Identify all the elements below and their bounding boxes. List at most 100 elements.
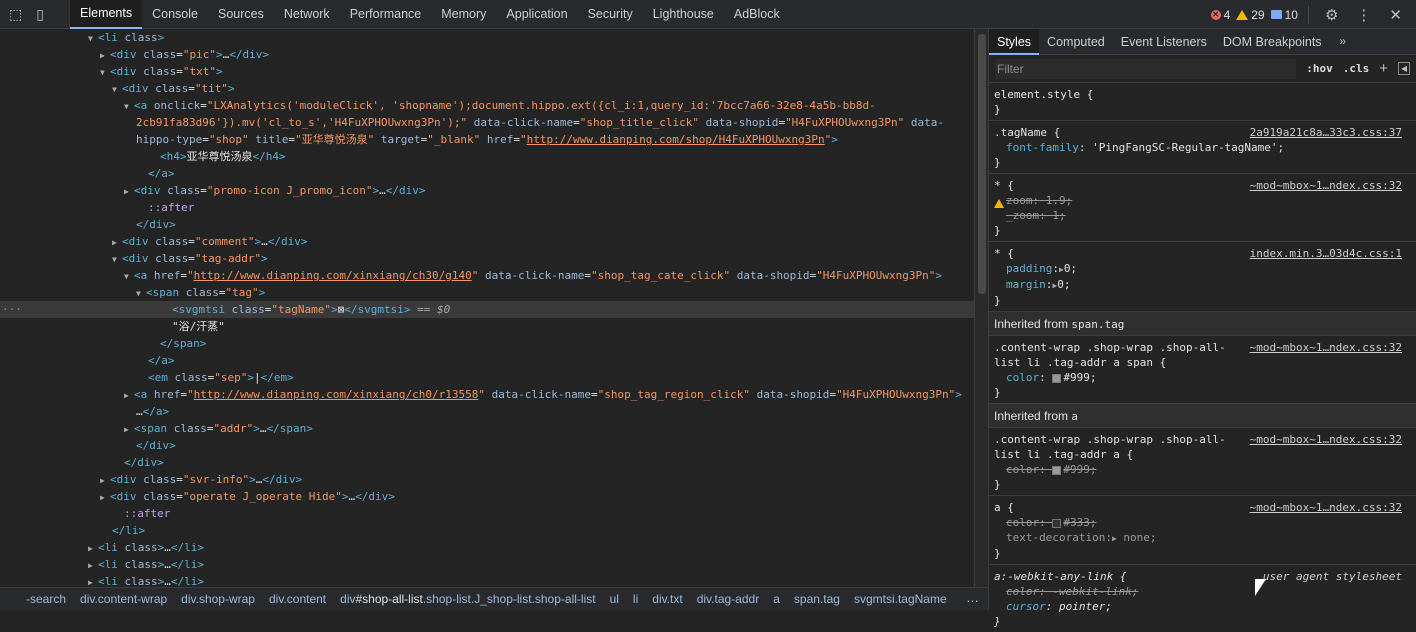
css-property[interactable]: font-family: 'PingFangSC-Regular-tagName… [994,140,1402,155]
inherited-element[interactable]: span.tag [1071,318,1124,331]
css-property[interactable]: color: -webkit-link; [994,584,1402,599]
dom-node[interactable]: ▶ <div class="promo-icon J_promo_icon">…<… [0,182,974,199]
styles-filter-input[interactable]: Filter [995,58,1297,79]
dom-node[interactable]: ▶ <a href="http://www.dianping.com/xinxia… [0,386,974,403]
color-swatch-icon[interactable] [1052,373,1062,383]
expand-toggle-icon[interactable]: ▶ [112,234,122,251]
css-property[interactable]: color: #333; [994,515,1402,530]
expand-toggle-icon[interactable]: ▼ [112,251,122,268]
close-icon[interactable]: ✕ [1383,6,1408,24]
tab-lighthouse[interactable]: Lighthouse [643,0,724,29]
rule-source-link[interactable]: 2a919a21c8a…33c3.css:37 [1250,125,1402,140]
dom-node[interactable]: ▼ <a onclick="LXAnalytics('moduleClick', … [0,97,974,114]
dom-node[interactable]: ▼ <span class="tag"> [0,284,974,301]
expand-toggle-icon[interactable]: ▼ [88,30,98,47]
dom-node[interactable]: ▶ <div class="operate J_operate Hide">…</… [0,488,974,505]
dom-node[interactable]: ▶ <li class>…</li> [0,556,974,573]
css-property[interactable]: padding:▶0; [994,261,1402,277]
breadcrumb-more-icon[interactable]: … [966,590,979,605]
styles-tab-dom-breakpoints[interactable]: DOM Breakpoints [1215,29,1330,55]
message-count[interactable]: 10 [1270,8,1298,22]
breadcrumb-item[interactable]: li [633,592,638,606]
breadcrumb-item[interactable]: div#shop-all-list.shop-list.J_shop-list.… [340,592,595,606]
dom-node[interactable]: </div> [0,216,974,233]
tab-performance[interactable]: Performance [340,0,432,29]
dom-node[interactable]: ::after [0,505,974,522]
breadcrumb-item[interactable]: div.content [269,592,326,606]
dom-node[interactable]: </div> [0,437,974,454]
tagname-rule[interactable]: 2a919a21c8a…33c3.css:37 .tagName { font-… [989,121,1416,174]
breadcrumb-item[interactable]: div.tag-addr [697,592,759,606]
expand-toggle-icon[interactable]: ▼ [100,64,110,81]
styles-tab-computed[interactable]: Computed [1039,29,1113,55]
breadcrumb-item[interactable]: svgmtsi.tagName [854,592,947,606]
settings-gear-icon[interactable]: ⚙ [1319,6,1344,24]
dom-node[interactable]: ▶ <div class="comment">…</div> [0,233,974,250]
expand-toggle-icon[interactable]: ▶ [124,387,134,404]
css-property[interactable]: color: #999; [994,370,1402,385]
scrollbar-thumb[interactable] [978,34,986,294]
dom-node[interactable]: <em class="sep">|</em> [0,369,974,386]
expand-toggle-icon[interactable]: ▶ [100,47,110,64]
dom-node[interactable]: ▶ <div class="svr-info">…</div> [0,471,974,488]
dom-node[interactable]: </div> [0,454,974,471]
css-property[interactable]: text-decoration:▶ none; [994,530,1402,546]
css-property[interactable]: zoom: 1.9; [994,193,1402,208]
dom-node[interactable]: …</a> [0,403,974,420]
rule-source-link[interactable]: ~mod~mbox~1…ndex.css:32 [1250,178,1402,193]
user-agent-rule[interactable]: user agent stylesheet a:-webkit-any-link… [989,565,1416,632]
cls-button[interactable]: .cls [1343,62,1370,75]
dom-node[interactable]: </a> [0,352,974,369]
dom-node[interactable]: ▼ <li class> [0,29,974,46]
breadcrumb-item[interactable]: span.tag [794,592,840,606]
dom-node[interactable]: hippo-type="shop" title="亚华尊悦汤泉" target=… [0,131,974,148]
tab-sources[interactable]: Sources [208,0,274,29]
expand-toggle-icon[interactable]: ▶ [124,421,134,438]
dom-node[interactable]: ▶ <span class="addr">…</span> [0,420,974,437]
inherited-a-rule[interactable]: ~mod~mbox~1…ndex.css:32 .content-wrap .s… [989,428,1416,496]
universal-rule-zoom[interactable]: ~mod~mbox~1…ndex.css:32 * { zoom: 1.9; _… [989,174,1416,242]
selected-dom-node[interactable]: ··· <svgmtsi class="tagName">⊠</svgmtsi> … [0,301,974,318]
expand-toggle-icon[interactable]: ▼ [112,81,122,98]
breadcrumb-item[interactable]: -search [26,592,66,606]
tab-elements[interactable]: Elements [70,0,143,29]
expand-toggle-icon[interactable]: ▶ [124,183,134,200]
color-swatch-icon[interactable] [1052,465,1062,475]
dom-node[interactable]: </a> [0,165,974,182]
a-rule[interactable]: ~mod~mbox~1…ndex.css:32 a { color: #333;… [989,496,1416,565]
rule-source-link[interactable]: index.min.3…03d4c.css:1 [1250,246,1402,261]
tab-memory[interactable]: Memory [431,0,496,29]
warning-count[interactable]: 29 [1236,8,1265,22]
breadcrumb-item[interactable]: ul [610,592,619,606]
css-property[interactable]: color: #999; [994,462,1402,477]
dom-node[interactable]: ▶ <li class>…</li> [0,539,974,556]
expand-toggle-icon[interactable]: ▼ [124,98,134,115]
dom-tree-scrollbar[interactable] [974,29,988,587]
dom-node[interactable]: 2cb91fa83d96'}).mv('cl_to_s','H4FuXPHOUw… [0,114,974,131]
rule-source-link[interactable]: ~mod~mbox~1…ndex.css:32 [1250,340,1402,355]
expand-toggle-icon[interactable]: ▼ [136,285,146,302]
dom-node[interactable]: ▶ <li class>…</li> [0,573,974,587]
breadcrumb-item[interactable]: div.txt [652,592,682,606]
dom-node[interactable]: ▼ <div class="txt"> [0,63,974,80]
styles-tab-styles[interactable]: Styles [989,28,1040,55]
styles-tab-event-listeners[interactable]: Event Listeners [1113,29,1215,55]
inherited-element[interactable]: a [1071,410,1078,423]
css-property[interactable]: cursor: pointer; [994,599,1402,614]
error-count[interactable]: ✕ 4 [1210,8,1230,22]
expand-toggle-icon[interactable]: ▶ [88,574,98,587]
expand-toggle-icon[interactable]: ▶ [88,540,98,557]
tab-console[interactable]: Console [142,0,208,29]
breadcrumb-item[interactable]: a [773,592,780,606]
expand-toggle-icon[interactable]: ▼ [124,268,134,285]
dom-node[interactable]: </li> [0,522,974,539]
element-style-rule[interactable]: element.style { } [989,83,1416,121]
breadcrumb-item[interactable]: div.content-wrap [80,592,167,606]
dom-node[interactable]: </span> [0,335,974,352]
expand-toggle-icon[interactable]: ▶ [88,557,98,574]
color-swatch-icon[interactable] [1052,518,1062,528]
tab-adblock[interactable]: AdBlock [724,0,790,29]
rule-source-link[interactable]: ~mod~mbox~1…ndex.css:32 [1250,432,1402,447]
device-toolbar-icon[interactable]: ▯ [36,6,44,23]
breadcrumb-item[interactable]: div.shop-wrap [181,592,255,606]
